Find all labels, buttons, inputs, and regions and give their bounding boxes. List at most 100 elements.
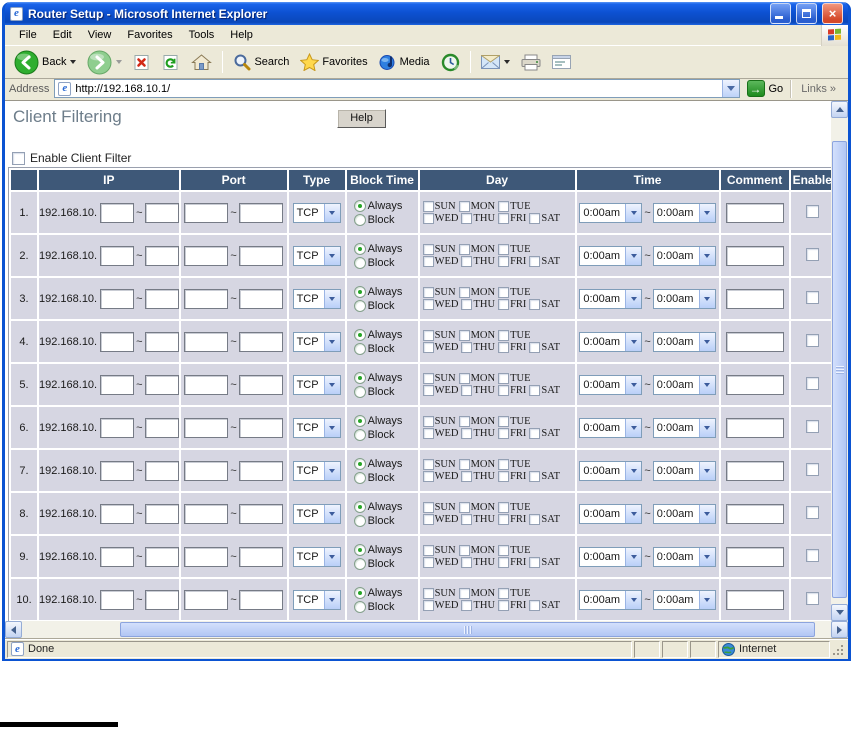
time-from-select[interactable]: 0:00am <box>579 546 643 567</box>
ip-to-input[interactable] <box>144 245 179 266</box>
port-to-input[interactable] <box>238 331 283 352</box>
type-select[interactable]: TCP <box>292 460 341 481</box>
menu-help[interactable]: Help <box>222 26 261 44</box>
day-checkbox-tue[interactable]: TUE <box>498 545 531 556</box>
block-time-block-radio[interactable]: Block <box>353 342 394 355</box>
block-time-block-radio[interactable]: Block <box>353 471 394 484</box>
block-time-always-radio[interactable]: Always <box>353 500 402 513</box>
block-time-block-radio[interactable]: Block <box>353 256 394 269</box>
block-time-always-radio[interactable]: Always <box>353 457 402 470</box>
block-time-block-radio[interactable]: Block <box>353 514 394 527</box>
favorites-button[interactable]: Favorites <box>295 51 372 73</box>
block-time-block-radio[interactable]: Block <box>353 213 394 226</box>
day-checkbox-tue[interactable]: TUE <box>498 201 531 212</box>
day-checkbox-mon[interactable]: MON <box>458 244 495 255</box>
port-to-input[interactable] <box>238 288 283 309</box>
type-select[interactable]: TCP <box>292 245 341 266</box>
block-time-always-radio[interactable]: Always <box>353 586 402 599</box>
type-select[interactable]: TCP <box>292 417 341 438</box>
enable-checkbox[interactable] <box>805 462 819 476</box>
block-time-block-radio[interactable]: Block <box>353 557 394 570</box>
port-from-input[interactable] <box>184 288 229 309</box>
scroll-down-button[interactable] <box>831 604 848 621</box>
ip-to-input[interactable] <box>144 589 179 610</box>
port-to-input[interactable] <box>238 546 283 567</box>
day-checkbox-tue[interactable]: TUE <box>498 588 531 599</box>
day-checkbox-wed[interactable]: WED <box>422 557 458 568</box>
day-checkbox-fri[interactable]: FRI <box>498 600 526 611</box>
menu-file[interactable]: File <box>11 26 45 44</box>
day-checkbox-fri[interactable]: FRI <box>498 428 526 439</box>
ip-from-input[interactable] <box>100 546 135 567</box>
scroll-left-button[interactable] <box>5 621 22 638</box>
time-from-select[interactable]: 0:00am <box>579 589 643 610</box>
day-checkbox-mon[interactable]: MON <box>458 373 495 384</box>
day-checkbox-tue[interactable]: TUE <box>498 287 531 298</box>
block-time-always-radio[interactable]: Always <box>353 199 402 212</box>
comment-input[interactable] <box>725 288 784 309</box>
day-checkbox-thu[interactable]: THU <box>461 299 495 310</box>
time-from-select[interactable]: 0:00am <box>579 288 643 309</box>
port-to-input[interactable] <box>238 245 283 266</box>
type-select[interactable]: TCP <box>292 503 341 524</box>
comment-input[interactable] <box>725 503 784 524</box>
ip-from-input[interactable] <box>100 331 135 352</box>
day-checkbox-mon[interactable]: MON <box>458 416 495 427</box>
forward-button[interactable] <box>82 48 127 77</box>
day-checkbox-tue[interactable]: TUE <box>498 330 531 341</box>
time-from-select[interactable]: 0:00am <box>579 331 643 352</box>
print-button[interactable] <box>516 52 546 73</box>
type-select[interactable]: TCP <box>292 546 341 567</box>
day-checkbox-fri[interactable]: FRI <box>498 385 526 396</box>
enable-checkbox[interactable] <box>805 333 819 347</box>
menu-view[interactable]: View <box>80 26 120 44</box>
day-checkbox-fri[interactable]: FRI <box>498 342 526 353</box>
enable-checkbox[interactable] <box>805 419 819 433</box>
day-checkbox-sat[interactable]: SAT <box>529 471 560 482</box>
block-time-always-radio[interactable]: Always <box>353 242 402 255</box>
day-checkbox-wed[interactable]: WED <box>422 213 458 224</box>
day-checkbox-sun[interactable]: SUN <box>422 330 456 341</box>
menu-tools[interactable]: Tools <box>181 26 223 44</box>
time-to-select[interactable]: 0:00am <box>652 202 716 223</box>
time-from-select[interactable]: 0:00am <box>579 503 643 524</box>
day-checkbox-wed[interactable]: WED <box>422 514 458 525</box>
port-to-input[interactable] <box>238 417 283 438</box>
time-to-select[interactable]: 0:00am <box>652 331 716 352</box>
type-select[interactable]: TCP <box>292 589 341 610</box>
day-checkbox-sat[interactable]: SAT <box>529 557 560 568</box>
time-to-select[interactable]: 0:00am <box>652 374 716 395</box>
enable-checkbox[interactable] <box>805 376 819 390</box>
go-button[interactable]: → Go <box>745 80 786 97</box>
horizontal-scrollbar[interactable] <box>5 621 848 638</box>
day-checkbox-wed[interactable]: WED <box>422 428 458 439</box>
block-time-block-radio[interactable]: Block <box>353 385 394 398</box>
day-checkbox-sun[interactable]: SUN <box>422 588 456 599</box>
minimize-button[interactable] <box>770 3 791 24</box>
media-button[interactable]: Media <box>374 51 435 73</box>
close-button[interactable]: × <box>822 3 843 24</box>
mail-button[interactable] <box>476 53 515 71</box>
ip-to-input[interactable] <box>144 374 179 395</box>
time-from-select[interactable]: 0:00am <box>579 245 643 266</box>
day-checkbox-thu[interactable]: THU <box>461 385 495 396</box>
resize-grip[interactable] <box>832 642 845 657</box>
day-checkbox-thu[interactable]: THU <box>461 213 495 224</box>
block-time-always-radio[interactable]: Always <box>353 543 402 556</box>
day-checkbox-mon[interactable]: MON <box>458 588 495 599</box>
port-from-input[interactable] <box>184 546 229 567</box>
links-button[interactable]: Links » <box>790 79 844 98</box>
ip-to-input[interactable] <box>144 503 179 524</box>
comment-input[interactable] <box>725 374 784 395</box>
time-to-select[interactable]: 0:00am <box>652 589 716 610</box>
port-from-input[interactable] <box>184 331 229 352</box>
block-time-always-radio[interactable]: Always <box>353 328 402 341</box>
port-to-input[interactable] <box>238 503 283 524</box>
stop-button[interactable] <box>128 51 156 74</box>
edit-button[interactable] <box>547 53 576 72</box>
day-checkbox-thu[interactable]: THU <box>461 342 495 353</box>
ip-from-input[interactable] <box>100 288 135 309</box>
day-checkbox-fri[interactable]: FRI <box>498 514 526 525</box>
day-checkbox-mon[interactable]: MON <box>458 459 495 470</box>
vertical-scrollbar[interactable] <box>831 101 848 621</box>
